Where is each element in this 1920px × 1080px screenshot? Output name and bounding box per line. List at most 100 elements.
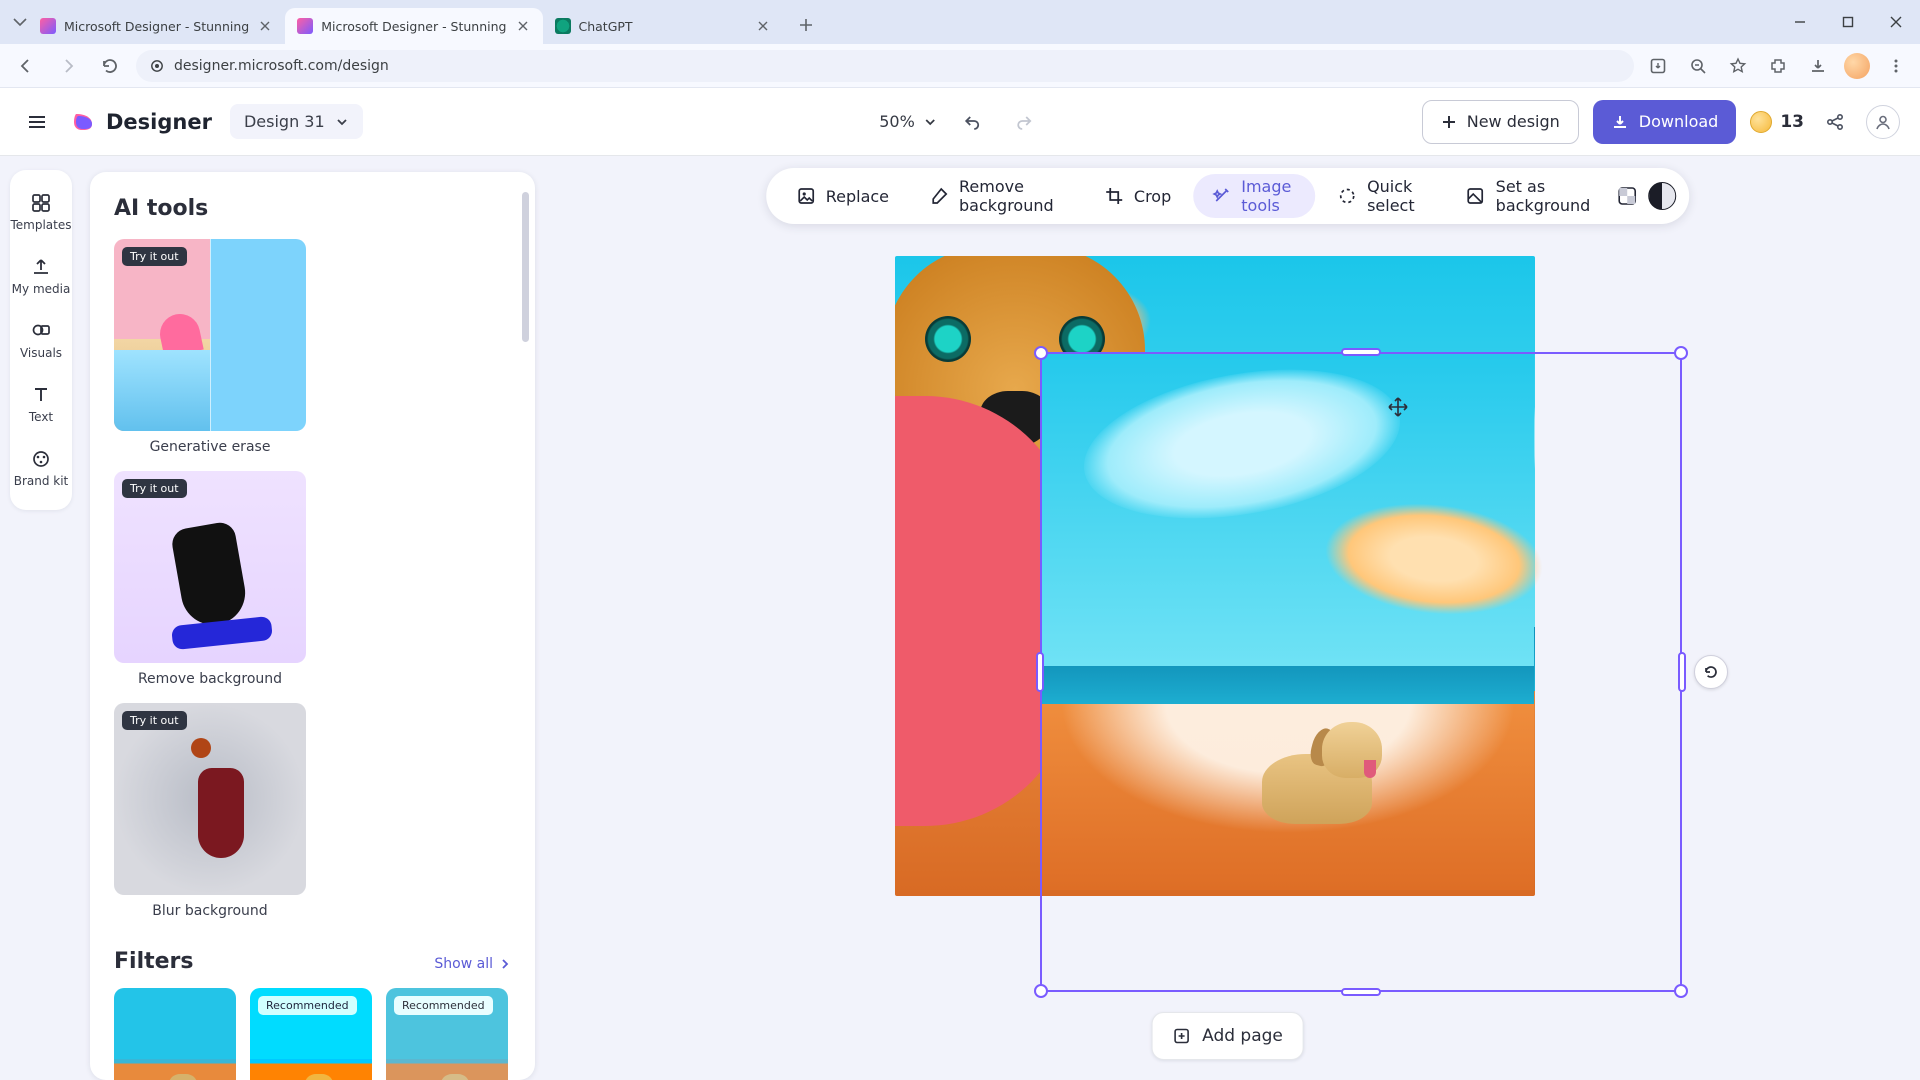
ctx-set-bg[interactable]: Set as background [1448, 174, 1609, 218]
try-it-out-badge: Try it out [122, 711, 187, 730]
design-name: Design 31 [244, 112, 325, 131]
share-button[interactable] [1818, 105, 1852, 139]
tool-generative-erase[interactable]: Try it out Generative erase [114, 239, 306, 455]
rail-text[interactable]: Text [10, 372, 72, 436]
window-maximize-button[interactable] [1824, 0, 1872, 44]
resize-handle-tl[interactable] [1034, 346, 1048, 360]
selection-box[interactable] [1040, 352, 1682, 992]
chrome-menu-icon[interactable] [1882, 52, 1910, 80]
filters-header: Filters Show all [114, 949, 511, 974]
bookmark-star-icon[interactable] [1724, 52, 1752, 80]
ctx-quick-select[interactable]: Quick select [1319, 174, 1444, 218]
ctx-crop[interactable]: Crop [1086, 174, 1189, 218]
tab-title: ChatGPT [579, 19, 633, 34]
omnibar-actions [1644, 52, 1910, 80]
resize-handle-top[interactable] [1341, 348, 1381, 356]
show-all-link[interactable]: Show all [434, 956, 511, 972]
rail-my-media[interactable]: My media [10, 244, 72, 308]
account-button[interactable] [1866, 105, 1900, 139]
extensions-icon[interactable] [1764, 52, 1792, 80]
recommended-badge: Recommended [394, 996, 493, 1015]
left-rail: Templates My media Visuals Text Brand ki… [0, 156, 82, 1080]
browser-tabstrip: Microsoft Designer - Stunning Microsoft … [0, 0, 1920, 44]
panel-scrollbar[interactable] [522, 192, 529, 342]
rotate-handle[interactable] [1694, 655, 1728, 689]
plus-square-icon [1172, 1027, 1190, 1045]
zoom-dropdown[interactable]: 50% [879, 112, 937, 131]
try-it-out-badge: Try it out [122, 479, 187, 498]
download-label: Download [1639, 112, 1719, 131]
rail-label: Templates [10, 218, 71, 232]
window-close-button[interactable] [1872, 0, 1920, 44]
tool-label: Generative erase [150, 439, 271, 455]
ctx-label: Replace [826, 187, 889, 206]
ctx-color-picker[interactable] [1612, 174, 1642, 218]
add-page-button[interactable]: Add page [1151, 1012, 1304, 1060]
install-app-icon[interactable] [1644, 52, 1672, 80]
tab-close-icon[interactable] [755, 18, 771, 34]
filters-grid: Normal Recommended Punch Recommended Cal… [114, 988, 511, 1080]
tab-designer-2[interactable]: Microsoft Designer - Stunning [285, 8, 542, 44]
tool-label: Remove background [138, 671, 282, 687]
resize-handle-left[interactable] [1036, 652, 1044, 692]
tab-close-icon[interactable] [257, 18, 273, 34]
filters-heading: Filters [114, 949, 194, 974]
nav-reload-button[interactable] [94, 50, 126, 82]
ctx-remove-bg[interactable]: Remove background [911, 174, 1082, 218]
zoom-indicator-icon[interactable] [1684, 52, 1712, 80]
rail-label: Text [29, 410, 53, 424]
resize-handle-bottom[interactable] [1341, 988, 1381, 996]
tool-blur-background[interactable]: Try it out Blur background [114, 703, 306, 919]
canvas-area[interactable]: Replace Remove background Crop Image too… [535, 156, 1920, 1080]
redo-button[interactable] [1007, 105, 1041, 139]
tab-chatgpt[interactable]: ChatGPT [543, 8, 783, 44]
resize-handle-right[interactable] [1678, 652, 1686, 692]
nav-back-button[interactable] [10, 50, 42, 82]
undo-button[interactable] [955, 105, 989, 139]
filter-normal[interactable]: Normal [114, 988, 236, 1080]
rail-brand-kit[interactable]: Brand kit [10, 436, 72, 500]
rail-templates[interactable]: Templates [10, 180, 72, 244]
tab-title: Microsoft Designer - Stunning [321, 19, 506, 34]
tool-remove-background[interactable]: Try it out Remove background [114, 471, 306, 687]
download-button[interactable]: Download [1593, 100, 1737, 144]
set-bg-icon [1466, 186, 1486, 206]
brand[interactable]: Designer [72, 110, 212, 134]
menu-button[interactable] [20, 105, 54, 139]
window-minimize-button[interactable] [1776, 0, 1824, 44]
design-name-dropdown[interactable]: Design 31 [230, 104, 363, 139]
ctx-replace[interactable]: Replace [778, 174, 907, 218]
resize-handle-tr[interactable] [1674, 346, 1688, 360]
favicon-chatgpt-icon [555, 18, 571, 34]
filter-thumb: Recommended [386, 988, 508, 1080]
ctx-label: Remove background [959, 177, 1064, 215]
filter-punch[interactable]: Recommended Punch [250, 988, 372, 1080]
new-design-button[interactable]: New design [1422, 100, 1579, 144]
designer-logo-icon [72, 110, 96, 134]
zoom-value: 50% [879, 112, 915, 131]
ai-tools-grid: Try it out Generative erase Try it out R… [114, 239, 511, 919]
credits-chip[interactable]: 13 [1750, 111, 1804, 133]
nav-forward-button[interactable] [52, 50, 84, 82]
rail-visuals[interactable]: Visuals [10, 308, 72, 372]
resize-handle-br[interactable] [1674, 984, 1688, 998]
chevron-right-icon [499, 958, 511, 970]
chevron-down-icon [335, 115, 349, 129]
header-center: 50% [879, 105, 1041, 139]
new-tab-button[interactable] [791, 10, 821, 40]
address-bar[interactable]: designer.microsoft.com/design [136, 50, 1634, 82]
tab-close-icon[interactable] [515, 18, 531, 34]
profile-avatar[interactable] [1844, 53, 1870, 79]
quick-select-icon [1337, 186, 1357, 206]
browser-toolbar: designer.microsoft.com/design [0, 44, 1920, 88]
ai-tools-heading: AI tools [114, 196, 511, 221]
filter-calm[interactable]: Recommended Calm [386, 988, 508, 1080]
rail-label: My media [12, 282, 71, 296]
ctx-contrast[interactable] [1647, 174, 1677, 218]
ctx-image-tools[interactable]: Image tools [1193, 174, 1315, 218]
downloads-icon[interactable] [1804, 52, 1832, 80]
tab-designer-1[interactable]: Microsoft Designer - Stunning [28, 8, 285, 44]
rail-label: Brand kit [14, 474, 69, 488]
resize-handle-bl[interactable] [1034, 984, 1048, 998]
app-header: Designer Design 31 50% New design Downlo… [0, 88, 1920, 156]
